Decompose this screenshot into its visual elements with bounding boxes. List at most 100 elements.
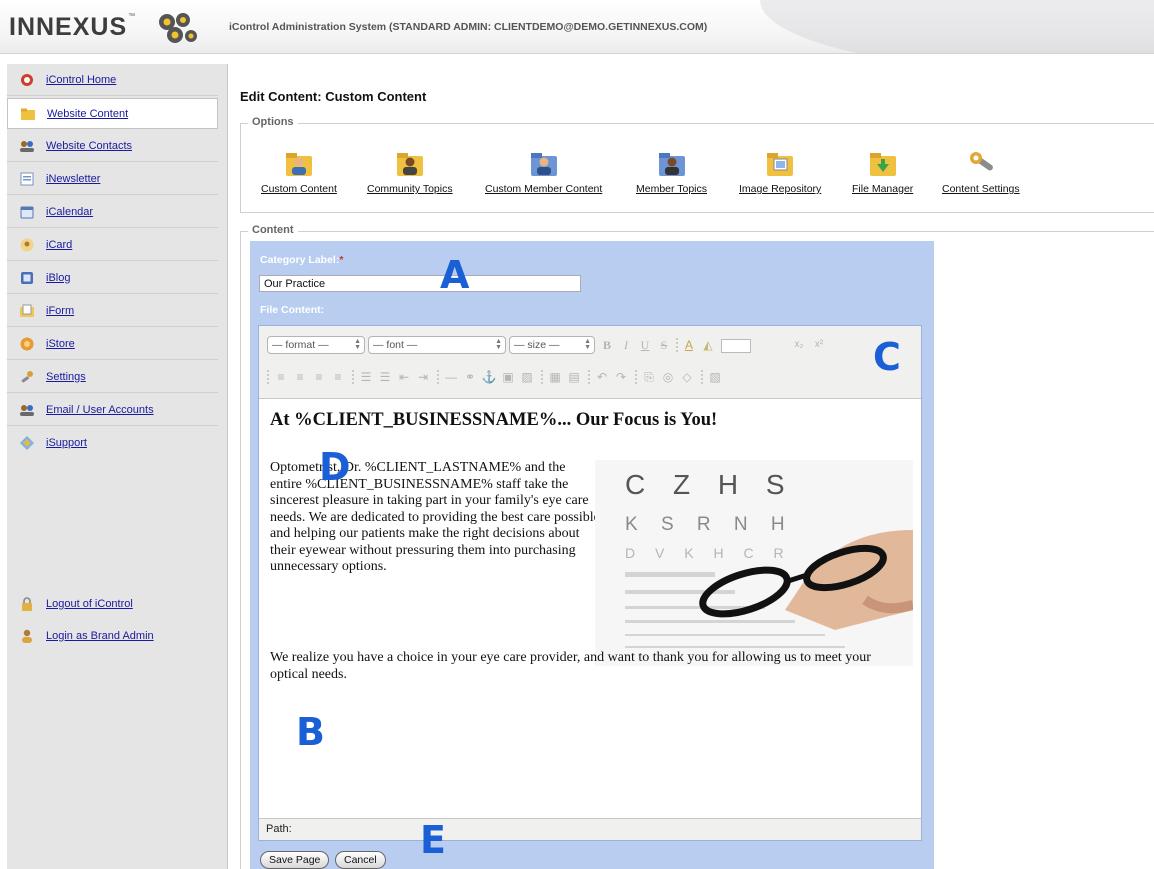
option-file-manager[interactable]: File Manager [852, 148, 913, 200]
sidebar-item-label: iStore [46, 337, 75, 350]
toolbar-separator [352, 370, 354, 384]
eye-chart-image: C Z H S K S R N H D V K H C R [595, 460, 913, 666]
save-page-button[interactable]: Save Page [260, 851, 330, 869]
superscript-button[interactable]: x² [811, 337, 827, 353]
size-select-value: — size — [514, 339, 560, 351]
option-content-settings[interactable]: Content Settings [942, 148, 1020, 200]
sidebar-item-email-user-accounts[interactable]: Email / User Accounts [7, 394, 218, 426]
sidebar-item-icontrol-home[interactable]: iControl Home [7, 64, 218, 96]
support-icon [19, 435, 35, 451]
sidebar-item-website-contacts[interactable]: Website Contacts [7, 130, 218, 162]
toolbar-separator [676, 338, 678, 352]
option-label: File Manager [852, 183, 914, 195]
sidebar: iControl Home Website Content Website Co… [7, 64, 228, 869]
format-select[interactable]: — format — ▲ ▼ [267, 336, 365, 354]
sidebar-item-label: Website Contacts [46, 139, 133, 152]
table-props-icon[interactable]: ▤ [566, 369, 582, 385]
category-label-input[interactable] [259, 275, 581, 292]
paste-icon[interactable]: ⎘ [641, 369, 657, 385]
option-custom-member-content[interactable]: Custom Member Content [485, 148, 602, 200]
align-left-icon[interactable]: ≡ [273, 369, 289, 385]
sidebar-item-iblog[interactable]: iBlog [7, 262, 218, 294]
sidebar-item-iform[interactable]: iForm [7, 295, 218, 327]
table-icon[interactable]: ▦ [547, 369, 563, 385]
spellcheck-icon[interactable]: ◎ [660, 369, 676, 385]
eye-chart-row: C Z H S [625, 469, 795, 500]
outdent-icon[interactable]: ⇤ [396, 369, 412, 385]
callout-e: E [420, 818, 446, 862]
app-title: iControl Administration System (STANDARD… [229, 21, 708, 33]
sidebar-item-logout[interactable]: Logout of iControl [7, 588, 218, 620]
option-label: Image Repository [739, 183, 822, 195]
editor-document[interactable]: At %CLIENT_BUSINESSNAME%... Our Focus is… [259, 400, 921, 818]
redo-icon[interactable]: ↷ [613, 369, 629, 385]
sidebar-item-login-brand-admin[interactable]: Login as Brand Admin [7, 620, 218, 652]
align-right-icon[interactable]: ≡ [311, 369, 327, 385]
app-header: INNEXUS ™ iControl Administration System… [0, 0, 1154, 54]
content-legend: Content [248, 224, 298, 236]
card-icon [19, 237, 35, 253]
horizontal-rule-icon[interactable]: — [443, 369, 459, 385]
newsletter-icon [19, 171, 35, 187]
sidebar-item-label: Logout of iControl [46, 598, 133, 610]
sidebar-item-website-content[interactable]: Website Content [7, 98, 218, 129]
numbered-list-icon[interactable]: ☰ [377, 369, 393, 385]
align-justify-icon[interactable]: ≡ [330, 369, 346, 385]
bullet-list-icon[interactable]: ☰ [358, 369, 374, 385]
select-arrows-icon: ▲ ▼ [354, 338, 361, 351]
option-image-repository[interactable]: Image Repository [739, 148, 821, 200]
cancel-button[interactable]: Cancel [335, 851, 386, 869]
store-icon [19, 336, 35, 352]
file-content-label: File Content: [260, 304, 325, 316]
header-decoration [760, 0, 1154, 53]
highlight-color-icon[interactable]: ◭ [700, 337, 716, 353]
image-icon[interactable]: ▣ [500, 369, 516, 385]
size-select[interactable]: — size — ▲ ▼ [509, 336, 595, 354]
option-label: Custom Content [261, 183, 337, 195]
options-fieldset-border [240, 123, 241, 213]
sidebar-item-label: Settings [46, 370, 86, 383]
sidebar-item-settings[interactable]: Settings [7, 361, 218, 393]
content-fieldset-border [240, 231, 241, 869]
option-custom-content[interactable]: Custom Content [261, 148, 337, 200]
users-icon [19, 402, 35, 418]
option-community-topics[interactable]: Community Topics [367, 148, 453, 200]
align-center-icon[interactable]: ≡ [292, 369, 308, 385]
eraser-icon[interactable]: ◇ [679, 369, 695, 385]
eye-chart-row: K S R N H [625, 514, 794, 535]
sidebar-item-icalendar[interactable]: iCalendar [7, 196, 218, 228]
strikethrough-button[interactable]: S [656, 337, 672, 353]
subscript-button[interactable]: x₂ [791, 337, 807, 353]
option-label: Content Settings [942, 183, 1020, 195]
anchor-icon[interactable]: ⚓ [481, 369, 497, 385]
sidebar-item-inewsletter[interactable]: iNewsletter [7, 163, 218, 195]
text-color-icon[interactable]: A [681, 337, 697, 353]
image-folder-icon [767, 153, 794, 176]
bold-button[interactable]: B [599, 337, 615, 353]
sidebar-item-isupport[interactable]: iSupport [7, 427, 218, 459]
italic-button[interactable]: I [618, 337, 634, 353]
sidebar-item-label: iBlog [46, 271, 71, 284]
file-folder-icon [869, 153, 896, 176]
sidebar-item-label: iForm [46, 304, 75, 317]
content-heading: At %CLIENT_BUSINESSNAME%... Our Focus is… [270, 410, 718, 430]
media-icon[interactable]: ▨ [519, 369, 535, 385]
sidebar-item-icard[interactable]: iCard [7, 229, 218, 261]
home-icon [19, 72, 35, 88]
indent-icon[interactable]: ⇥ [415, 369, 431, 385]
color-swatch[interactable] [721, 339, 751, 353]
innexus-logo: INNEXUS ™ [9, 10, 197, 44]
undo-icon[interactable]: ↶ [594, 369, 610, 385]
option-member-topics[interactable]: Member Topics [636, 148, 707, 200]
settings-icon [19, 369, 35, 385]
source-code-icon[interactable]: ▧ [707, 369, 723, 385]
font-select[interactable]: — font — ▲ ▼ [368, 336, 506, 354]
sidebar-item-label: Login as Brand Admin [46, 630, 154, 642]
option-label: Community Topics [367, 183, 453, 195]
underline-button[interactable]: U [637, 337, 653, 353]
link-icon[interactable]: ⚭ [462, 369, 478, 385]
toolbar-separator [701, 370, 703, 384]
sidebar-item-label: iNewsletter [46, 172, 101, 185]
sidebar-item-istore[interactable]: iStore [7, 328, 218, 360]
sidebar-item-label: iSupport [46, 437, 87, 449]
